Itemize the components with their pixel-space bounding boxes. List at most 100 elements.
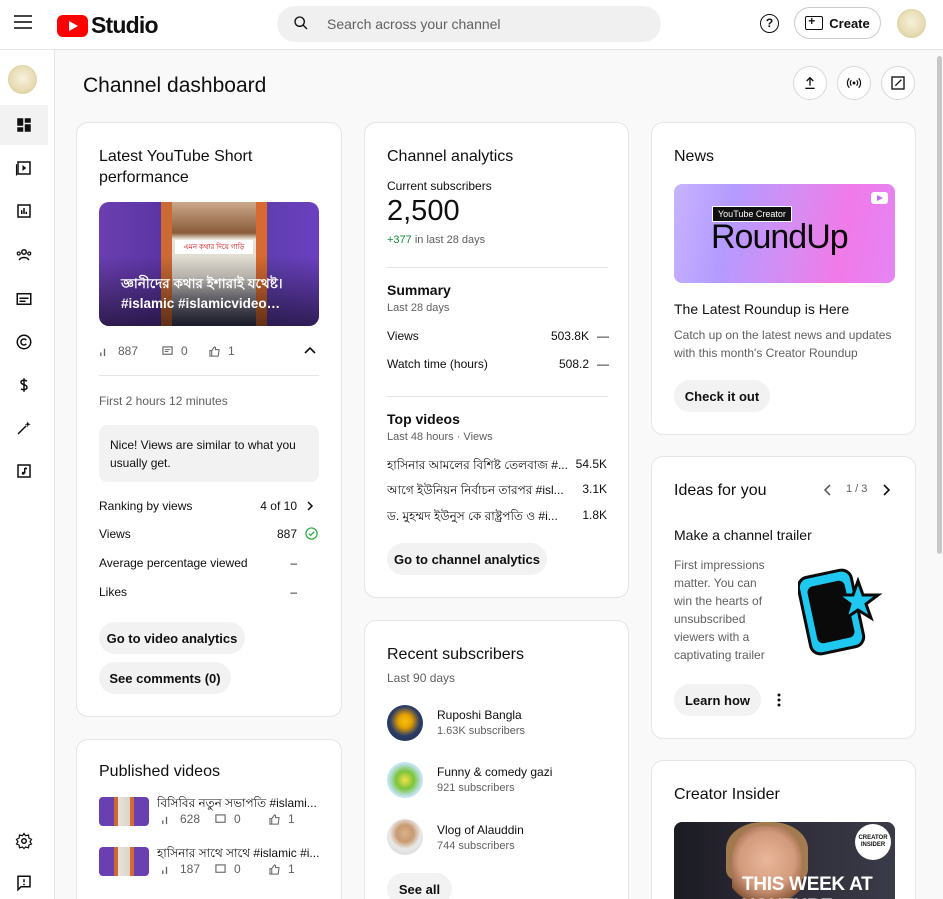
search-bar[interactable] (277, 6, 661, 42)
sidebar-item-earn[interactable] (0, 365, 48, 405)
divider (99, 375, 319, 376)
views-value: 503.8K (550, 329, 589, 343)
video-likes: 1 (269, 862, 295, 876)
top-video-title[interactable]: হাসিনার আমলের বিশিষ্ট তেলবাজ #... (387, 457, 567, 477)
top-video-title[interactable]: আগে ইউনিয়ন নির্বাচন তারপর #isl... (387, 482, 567, 502)
comments-count: 0 (234, 862, 241, 876)
channel-avatar[interactable] (8, 65, 37, 94)
recent-subscribers-card: Recent subscribers Last 90 days Ruposhi … (364, 620, 629, 899)
news-image[interactable]: YouTube Creator RoundUp (674, 184, 895, 283)
sidebar-item-audio-library[interactable] (0, 451, 48, 491)
thumbs-up-icon (269, 863, 280, 875)
news-card: News YouTube Creator RoundUp The Latest … (651, 122, 916, 435)
chevron-up-icon[interactable] (303, 344, 317, 356)
short-views: 887 (99, 344, 138, 358)
short-thumbnail[interactable]: এমন কথার দিয়ে গাড়ি জ্ঞানীদের কথার ইশার… (99, 202, 319, 326)
copyright-icon (16, 334, 32, 350)
channel-analytics-button[interactable]: Go to channel analytics (387, 543, 547, 575)
video-comments: 0 (215, 862, 241, 876)
youtube-logo-icon (57, 14, 88, 37)
video-thumbnail[interactable] (99, 797, 149, 826)
row-label: Likes (99, 585, 128, 599)
views-icon (162, 816, 168, 824)
video-views: 628 (161, 812, 200, 826)
card-title: News (674, 148, 715, 165)
top-video-title[interactable]: ড. মুহম্মদ ইউনুস কে রাষ্ট্রপতি ও #i... (387, 508, 567, 528)
short-likes: 1 (209, 344, 235, 358)
magic-wand-icon (17, 421, 31, 435)
card-title: Latest YouTube Short performance (99, 148, 253, 186)
video-analytics-button[interactable]: Go to video analytics (99, 622, 245, 654)
sidebar-item-copyright[interactable] (0, 322, 48, 362)
video-views: 187 (161, 862, 200, 876)
summary-title: Summary (387, 282, 451, 298)
subscriber-name[interactable]: Funny & comedy gazi (437, 765, 552, 779)
subs-label: Current subscribers (387, 179, 492, 193)
chevron-right-icon[interactable] (305, 500, 315, 512)
likes-count: 1 (288, 862, 295, 876)
sidebar-item-community[interactable] (0, 235, 48, 275)
subscriber-name[interactable]: Ruposhi Bangla (437, 708, 522, 722)
sidebar-item-customization[interactable] (0, 408, 48, 448)
sidebar-item-subtitles[interactable] (0, 279, 48, 319)
row-label: Ranking by views (99, 499, 193, 513)
subscriber-avatar[interactable] (387, 762, 423, 798)
top-video-views: 54.5K (575, 457, 607, 471)
sidebar-item-content[interactable] (0, 148, 48, 188)
row-label: Views (387, 329, 419, 343)
more-options-icon[interactable] (776, 693, 782, 707)
card-title: Recent subscribers (387, 646, 524, 663)
comments-count: 0 (181, 344, 188, 358)
video-thumbnail[interactable] (99, 847, 149, 876)
creator-insider-image-title: THIS WEEK AT YOUTUBE (742, 874, 873, 899)
studio-logo[interactable]: Studio (57, 12, 159, 39)
menu-icon[interactable] (14, 15, 32, 29)
subs-delta-suffix: in last 28 days (411, 234, 486, 246)
views-count: 628 (180, 812, 201, 826)
learn-how-button[interactable]: Learn how (674, 684, 761, 716)
short-performance-card: Latest YouTube Short performance এমন কথা… (76, 122, 342, 717)
ranking-value: 4 of 10 (260, 499, 297, 513)
subs-card-sub: Last 90 days (387, 671, 456, 685)
subs-value: 2,500 (387, 195, 460, 227)
row-label: Average percentage viewed (99, 556, 248, 570)
summary-sub: Last 28 days (387, 302, 450, 314)
news-body: Catch up on the latest news and updates … (674, 328, 892, 360)
chevron-left-icon[interactable] (822, 483, 834, 497)
subscriber-name[interactable]: Vlog of Alauddin (437, 823, 524, 837)
comparison-text: Nice! Views are similar to what you usua… (110, 438, 296, 470)
subscriber-avatar[interactable] (387, 819, 423, 855)
subscriber-avatar[interactable] (387, 705, 423, 741)
create-post-button[interactable] (881, 66, 915, 100)
sidebar-item-feedback[interactable] (0, 863, 48, 899)
ideas-body: First impressions matter. You can win th… (674, 558, 765, 662)
comparison-note: Nice! Views are similar to what you usua… (99, 425, 319, 482)
content-icon (15, 161, 31, 176)
see-all-button[interactable]: See all (387, 873, 452, 899)
video-likes: 1 (269, 812, 295, 826)
chevron-right-icon[interactable] (880, 483, 892, 497)
page-scrollbar[interactable] (937, 56, 942, 554)
sidebar-item-dashboard[interactable] (0, 105, 48, 145)
see-comments-button[interactable]: See comments (0) (99, 662, 231, 694)
upload-icon (805, 76, 815, 89)
sidebar-item-analytics[interactable] (0, 191, 48, 231)
create-button[interactable]: Create (794, 7, 881, 39)
search-input[interactable] (327, 6, 647, 42)
top-header: Studio ? Create (0, 0, 943, 50)
top-videos-title: Top videos (387, 411, 460, 427)
creator-insider-image[interactable]: CREATOR INSIDER THIS WEEK AT YOUTUBE (674, 822, 895, 899)
feedback-icon (17, 875, 31, 892)
go-live-button[interactable] (837, 66, 871, 100)
views-icon (162, 866, 168, 874)
trend-indicator: — (597, 357, 609, 371)
help-icon[interactable]: ? (760, 14, 779, 33)
comments-count: 0 (234, 812, 241, 826)
sidebar-item-settings[interactable] (0, 821, 48, 861)
check-it-out-button[interactable]: Check it out (674, 380, 770, 412)
upload-button[interactable] (793, 66, 827, 100)
subtitles-icon (16, 293, 32, 305)
row-label: Views (99, 527, 131, 541)
account-avatar[interactable] (897, 9, 926, 38)
views-count: 887 (118, 344, 139, 358)
